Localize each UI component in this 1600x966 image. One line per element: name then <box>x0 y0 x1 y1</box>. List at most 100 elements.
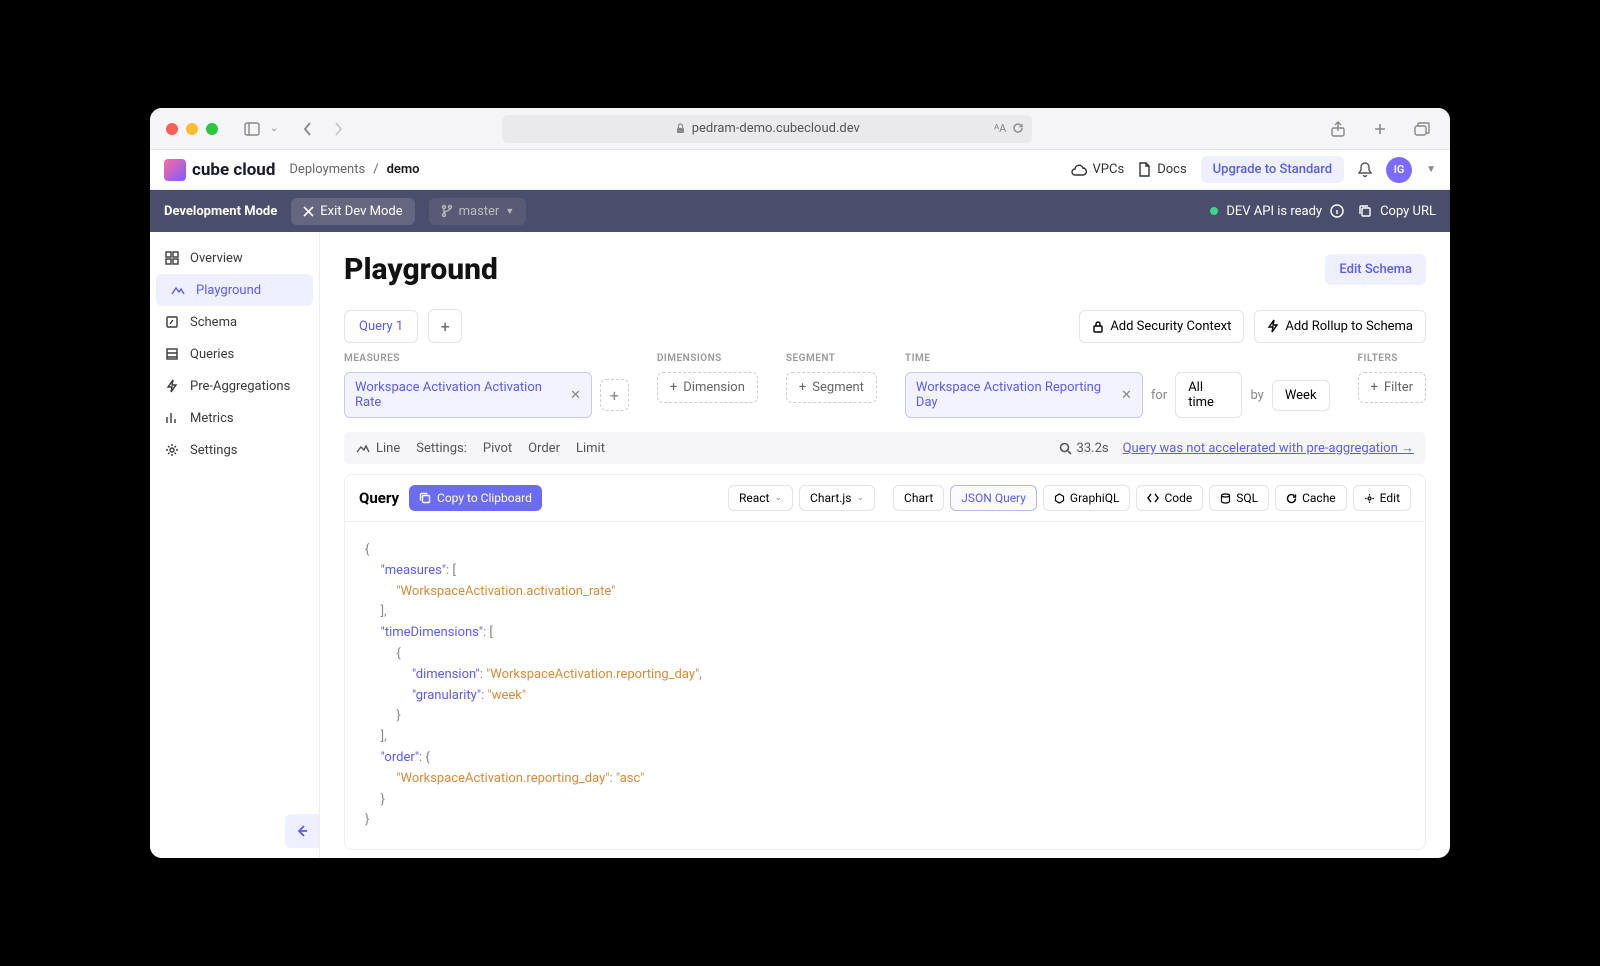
tab-code[interactable]: Code <box>1136 485 1203 511</box>
gear-icon <box>1364 493 1375 504</box>
breadcrumb-root[interactable]: Deployments <box>289 162 365 177</box>
time-chip[interactable]: Workspace Activation Reporting Day✕ <box>905 372 1143 418</box>
add-segment-button[interactable]: +Segment <box>786 372 877 403</box>
remove-chip-icon[interactable]: ✕ <box>570 388 581 403</box>
breadcrumb-leaf[interactable]: demo <box>387 162 420 177</box>
api-status: DEV API is ready <box>1210 204 1344 219</box>
status-ok-icon <box>1210 207 1218 215</box>
add-measure-button[interactable]: + <box>600 379 629 411</box>
granularity-select[interactable]: Week <box>1272 380 1330 411</box>
pivot-button[interactable]: Pivot <box>483 441 512 456</box>
viz-toolbar: Line Settings: Pivot Order Limit 33.2s Q… <box>344 432 1426 464</box>
filters-label: FILTERS <box>1358 353 1426 364</box>
add-rollup-button[interactable]: Add Rollup to Schema <box>1254 310 1426 343</box>
forward-icon[interactable] <box>326 117 350 141</box>
measures-label: MEASURES <box>344 353 629 364</box>
add-filter-button[interactable]: +Filter <box>1358 372 1426 403</box>
time-label: TIME <box>905 353 1330 364</box>
reload-icon[interactable] <box>1012 122 1024 135</box>
sidebar-item-queries[interactable]: Queries <box>150 338 319 370</box>
sidebar-item-schema[interactable]: Schema <box>150 306 319 338</box>
time-range-select[interactable]: All time <box>1175 372 1242 418</box>
json-code[interactable]: { "measures": [ "WorkspaceActivation.act… <box>345 522 1425 849</box>
copy-icon <box>419 492 431 504</box>
gear-icon <box>164 442 180 458</box>
copy-icon <box>1358 204 1372 218</box>
settings-label: Settings: <box>416 441 467 456</box>
back-icon[interactable] <box>296 117 320 141</box>
copy-clipboard-button[interactable]: Copy to Clipboard <box>409 485 542 511</box>
logo-mark-icon <box>164 159 186 181</box>
url-text: pedram-demo.cubecloud.dev <box>692 121 860 136</box>
add-security-context-button[interactable]: Add Security Context <box>1079 310 1244 343</box>
collapse-sidebar-button[interactable] <box>285 814 319 848</box>
share-icon[interactable] <box>1326 117 1350 141</box>
avatar[interactable]: IG <box>1386 157 1412 183</box>
vpcs-link[interactable]: VPCs <box>1071 162 1125 177</box>
exit-devmode-button[interactable]: Exit Dev Mode <box>291 198 414 225</box>
limit-button[interactable]: Limit <box>576 441 605 456</box>
tab-sql[interactable]: SQL <box>1209 485 1269 511</box>
breadcrumb-sep: / <box>373 162 378 177</box>
reader-icon[interactable]: ᴬA <box>994 122 1006 135</box>
minimize-window-icon[interactable] <box>186 123 198 135</box>
tab-graphiql[interactable]: GraphiQL <box>1043 485 1131 511</box>
add-tab-button[interactable]: + <box>428 309 462 343</box>
branch-icon <box>441 204 453 218</box>
framework-select[interactable]: React⌄ <box>728 485 793 511</box>
tab-jsonquery[interactable]: JSON Query <box>950 485 1037 511</box>
docs-icon <box>1138 162 1151 177</box>
add-dimension-button[interactable]: +Dimension <box>657 372 758 403</box>
app-window: ⌄ pedram-demo.cubecloud.dev ᴬA cube cl <box>150 108 1450 858</box>
line-chart-icon <box>356 442 370 454</box>
logo[interactable]: cube cloud <box>164 159 275 181</box>
order-button[interactable]: Order <box>528 441 560 456</box>
chartlib-select[interactable]: Chart.js⌄ <box>799 485 875 511</box>
edit-schema-button[interactable]: Edit Schema <box>1325 254 1426 285</box>
tabs-icon[interactable] <box>1410 117 1434 141</box>
account-menu-icon[interactable]: ▼ <box>1426 164 1436 175</box>
logo-text: cube cloud <box>192 160 275 180</box>
sidebar-item-preagg[interactable]: Pre-Aggregations <box>150 370 319 402</box>
zoom-window-icon[interactable] <box>206 123 218 135</box>
overview-icon <box>164 250 180 266</box>
upgrade-button[interactable]: Upgrade to Standard <box>1201 156 1344 183</box>
dimensions-label: DIMENSIONS <box>657 353 758 364</box>
by-label: by <box>1250 388 1263 403</box>
code-icon <box>1147 493 1159 503</box>
sidebar-item-metrics[interactable]: Metrics <box>150 402 319 434</box>
browser-titlebar: ⌄ pedram-demo.cubecloud.dev ᴬA <box>150 108 1450 150</box>
newtab-icon[interactable] <box>1368 117 1392 141</box>
lock-icon <box>675 123 686 134</box>
url-bar[interactable]: pedram-demo.cubecloud.dev ᴬA <box>502 115 1032 143</box>
edit-button[interactable]: Edit <box>1353 485 1411 511</box>
main-content: Playground Edit Schema Query 1 + Add Sec… <box>320 232 1450 858</box>
tab-cache[interactable]: Cache <box>1275 485 1347 511</box>
sidebar-item-settings[interactable]: Settings <box>150 434 319 466</box>
branch-selector[interactable]: master ▼ <box>429 198 527 225</box>
sidebar-toggle-icon[interactable] <box>240 117 264 141</box>
chart-type-select[interactable]: Line <box>356 441 400 456</box>
queries-icon <box>164 346 180 362</box>
acceleration-warning-link[interactable]: Query was not accelerated with pre-aggre… <box>1123 440 1414 456</box>
page-title: Playground <box>344 252 498 287</box>
notifications-icon[interactable] <box>1358 162 1372 178</box>
docs-link[interactable]: Docs <box>1138 162 1186 177</box>
remove-chip-icon[interactable]: ✕ <box>1121 388 1132 403</box>
sidebar-item-playground[interactable]: Playground <box>156 274 313 306</box>
sidebar-item-overview[interactable]: Overview <box>150 242 319 274</box>
breadcrumb: Deployments / demo <box>289 162 419 177</box>
database-icon <box>1220 493 1231 504</box>
copy-url-button[interactable]: Copy URL <box>1358 204 1436 219</box>
playground-icon <box>170 282 186 298</box>
schema-icon <box>164 314 180 330</box>
app-header: cube cloud Deployments / demo VPCs Docs … <box>150 150 1450 190</box>
measure-chip[interactable]: Workspace Activation Activation Rate✕ <box>344 372 592 418</box>
lock-icon <box>1092 320 1104 333</box>
tab-chart[interactable]: Chart <box>893 485 944 511</box>
graphql-icon <box>1054 493 1065 504</box>
query-title: Query <box>359 489 399 507</box>
tab-query1[interactable]: Query 1 <box>344 310 418 343</box>
info-icon[interactable] <box>1330 204 1344 218</box>
close-window-icon[interactable] <box>166 123 178 135</box>
